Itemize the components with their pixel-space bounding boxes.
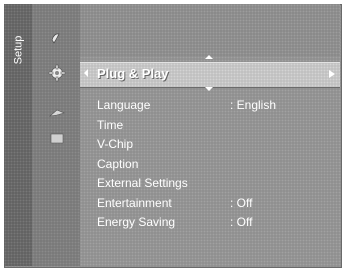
menu-item-label: Caption (97, 156, 139, 171)
menu-item-label: V-Chip (97, 137, 134, 151)
selected-item-label: Plug & Play (97, 66, 169, 81)
menu-item-language[interactable]: Language : English (80, 96, 340, 116)
menu-item-label: Time (97, 117, 124, 132)
channel-icon[interactable] (48, 130, 66, 148)
picture-icon[interactable] (48, 30, 66, 48)
menu-item-label: Entertainment (97, 195, 172, 210)
menu-header-band (80, 4, 340, 56)
menu-item-label: External Settings (97, 176, 188, 190)
menu-item-value: : Off (230, 215, 253, 229)
scroll-down-icon (205, 87, 213, 91)
category-title: Setup (12, 35, 24, 65)
setup-gear-icon[interactable] (48, 64, 66, 82)
enter-arrow-icon (329, 70, 335, 78)
menu-item-energy-saving[interactable]: Energy Saving : Off (80, 213, 340, 233)
menu-item-label: Energy Saving (97, 215, 176, 229)
menu-item-external-settings[interactable]: External Settings (80, 174, 340, 194)
menu-item-value: : English (230, 98, 277, 112)
menu-item-time[interactable]: Time (80, 116, 340, 136)
sound-icon[interactable] (48, 104, 66, 122)
scroll-up-icon (205, 55, 213, 59)
menu-item-value: : Off (230, 195, 253, 210)
menu-item-v-chip[interactable]: V-Chip (80, 135, 340, 155)
back-arrow-icon (84, 69, 88, 77)
menu-item-caption[interactable]: Caption (80, 155, 340, 175)
setup-menu-list: Language : English Time V-Chip Caption E… (80, 96, 340, 233)
menu-item-entertainment[interactable]: Entertainment : Off (80, 194, 340, 214)
menu-item-label: Language (97, 98, 151, 112)
category-label: Setup (4, 20, 32, 80)
tv-menu-screen: Setup Plug & Play Language : English Tim… (0, 0, 344, 270)
